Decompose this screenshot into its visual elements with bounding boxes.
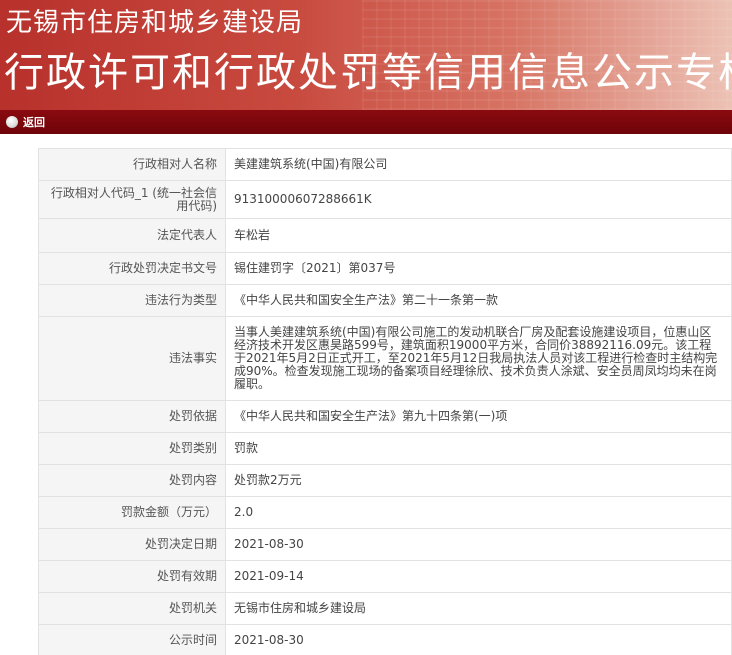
- row-value: 罚款: [225, 432, 732, 465]
- circle-bullet-icon: [6, 116, 18, 128]
- row-value: 2021-08-30: [225, 528, 732, 561]
- back-label: 返回: [23, 116, 45, 129]
- table-row: 行政处罚决定书文号 锡住建罚字〔2021〕第037号: [38, 252, 732, 285]
- back-button[interactable]: 返回: [6, 114, 45, 130]
- table-row: 违法行为类型 《中华人民共和国安全生产法》第二十一条第一款: [38, 284, 732, 317]
- row-value: 当事人美建建筑系统(中国)有限公司施工的发动机联合厂房及配套设施建设项目，位惠山…: [225, 316, 732, 401]
- table-row: 处罚有效期 2021-09-14: [38, 560, 732, 593]
- penalty-info-table: 行政相对人名称 美建建筑系统(中国)有限公司 行政相对人代码_1 (统一社会信用…: [38, 148, 732, 655]
- table-row: 违法事实 当事人美建建筑系统(中国)有限公司施工的发动机联合厂房及配套设施建设项…: [38, 316, 732, 401]
- row-value: 《中华人民共和国安全生产法》第二十一条第一款: [225, 284, 732, 317]
- table-row: 处罚决定日期 2021-08-30: [38, 528, 732, 561]
- row-label: 处罚有效期: [38, 560, 226, 593]
- row-label: 处罚内容: [38, 464, 226, 497]
- header-banner: 无锡市住房和城乡建设局 行政许可和行政处罚等信用信息公示专栏: [0, 0, 732, 110]
- row-label: 处罚机关: [38, 592, 226, 625]
- row-value: 2.0: [225, 496, 732, 529]
- row-label: 法定代表人: [38, 218, 226, 253]
- nav-bar: 返回: [0, 110, 732, 134]
- page-title: 行政许可和行政处罚等信用信息公示专栏: [4, 50, 732, 96]
- row-label: 行政处罚决定书文号: [38, 252, 226, 285]
- table-row: 法定代表人 车松岩: [38, 218, 732, 253]
- row-value: 91310000607288661K: [225, 180, 732, 219]
- table-row: 处罚类别 罚款: [38, 432, 732, 465]
- table-row: 行政相对人代码_1 (统一社会信用代码) 91310000607288661K: [38, 180, 732, 219]
- table-row: 处罚依据 《中华人民共和国安全生产法》第九十四条第(一)项: [38, 400, 732, 433]
- row-label: 行政相对人名称: [38, 148, 226, 181]
- row-label: 违法行为类型: [38, 284, 226, 317]
- row-label: 罚款金额（万元）: [38, 496, 226, 529]
- row-label: 处罚依据: [38, 400, 226, 433]
- row-value: 《中华人民共和国安全生产法》第九十四条第(一)项: [225, 400, 732, 433]
- table-row: 行政相对人名称 美建建筑系统(中国)有限公司: [38, 148, 732, 181]
- row-value: 处罚款2万元: [225, 464, 732, 497]
- row-label: 处罚类别: [38, 432, 226, 465]
- table-row: 公示时间 2021-08-30: [38, 624, 732, 655]
- organization-name: 无锡市住房和城乡建设局: [6, 8, 304, 38]
- row-value: 无锡市住房和城乡建设局: [225, 592, 732, 625]
- row-label: 行政相对人代码_1 (统一社会信用代码): [38, 180, 226, 219]
- table-row: 罚款金额（万元） 2.0: [38, 496, 732, 529]
- row-value: 车松岩: [225, 218, 732, 253]
- table-row: 处罚内容 处罚款2万元: [38, 464, 732, 497]
- row-value: 美建建筑系统(中国)有限公司: [225, 148, 732, 181]
- row-label: 公示时间: [38, 624, 226, 655]
- table-row: 处罚机关 无锡市住房和城乡建设局: [38, 592, 732, 625]
- row-label: 处罚决定日期: [38, 528, 226, 561]
- row-value: 2021-09-14: [225, 560, 732, 593]
- row-label: 违法事实: [38, 316, 226, 401]
- row-value: 2021-08-30: [225, 624, 732, 655]
- row-value: 锡住建罚字〔2021〕第037号: [225, 252, 732, 285]
